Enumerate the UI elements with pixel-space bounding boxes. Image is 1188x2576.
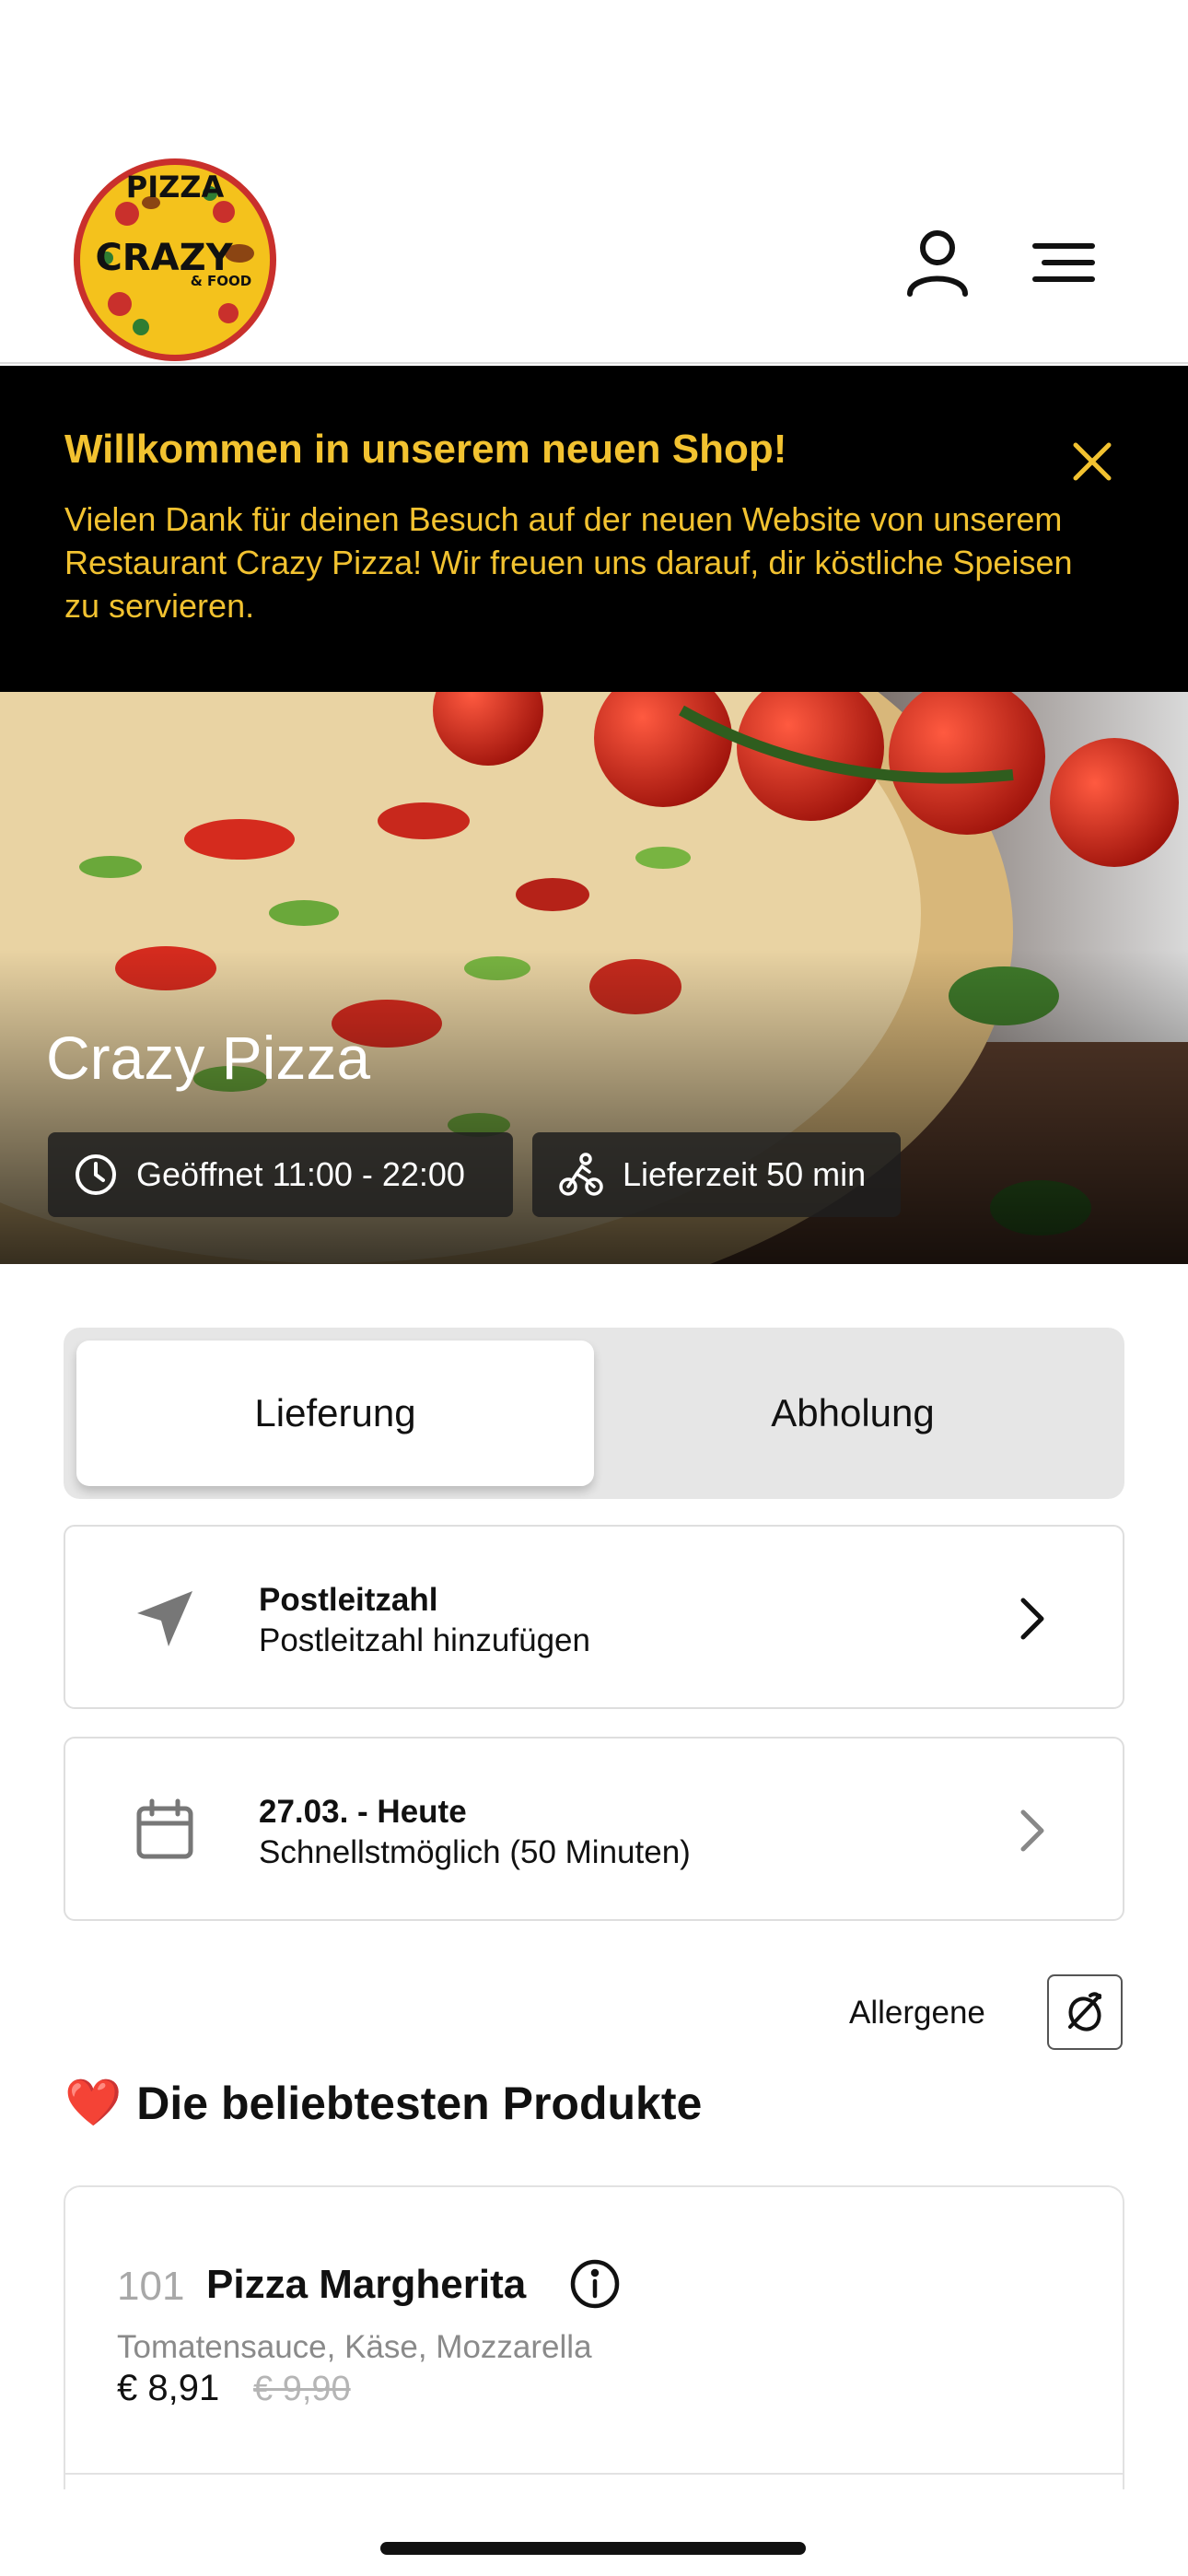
delivery-time-badge: Lieferzeit 50 min [532, 1132, 901, 1217]
clock-icon [76, 1154, 116, 1195]
product-old-price: € 9,90 [253, 2370, 351, 2408]
user-account-icon[interactable] [901, 226, 974, 299]
chevron-right-icon [1003, 1591, 1058, 1646]
allergens-label: Allergene [849, 1995, 985, 2031]
delivery-date-title: 27.03. - Heute [259, 1794, 467, 1830]
popular-products-title: Die beliebtesten Produkte [136, 2077, 703, 2129]
product-number: 101 [117, 2264, 185, 2309]
chevron-right-icon [1003, 1803, 1058, 1858]
banner-text: Vielen Dank für deinen Besuch auf der ne… [64, 500, 1073, 625]
banner-title: Willkommen in unserem neuen Shop! [64, 427, 787, 472]
postal-code-subtitle: Postleitzahl hinzufügen [259, 1622, 590, 1658]
hamburger-menu-icon[interactable] [1028, 226, 1101, 299]
postal-code-card[interactable]: Postleitzahl Postleitzahl hinzufügen [64, 1525, 1124, 1709]
product-divider [64, 2473, 1124, 2475]
crazy-pizza-logo[interactable]: PIZZA CRAZY & FOOD [72, 157, 278, 363]
delivery-mode-toggle: Lieferung Abholung [64, 1328, 1124, 1499]
tab-lieferung[interactable]: Lieferung [76, 1341, 594, 1486]
allergens-button[interactable] [1047, 1974, 1123, 2050]
heart-icon: ❤️ [64, 2077, 122, 2128]
opening-hours-text: Geöffnet 11:00 - 22:00 [136, 1155, 465, 1193]
close-icon[interactable] [1068, 438, 1116, 486]
delivery-date-card[interactable]: 27.03. - Heute Schnellstmöglich (50 Minu… [64, 1737, 1124, 1921]
allergen-filter-icon [1068, 1992, 1101, 2032]
product-description: Tomatensauce, Käse, Mozzarella [117, 2329, 592, 2365]
delivery-time-text: Lieferzeit 50 min [623, 1155, 867, 1193]
tab-abholung[interactable]: Abholung [594, 1341, 1112, 1486]
bicycle-courier-icon [559, 1153, 603, 1196]
popular-products-heading: ❤️ Die beliebtesten Produkte [64, 2076, 702, 2130]
logo-text-food: & FOOD [191, 273, 252, 289]
postal-code-title: Postleitzahl [259, 1582, 438, 1618]
delivery-date-subtitle: Schnellstmöglich (50 Minuten) [259, 1834, 691, 1870]
opening-hours-badge: Geöffnet 11:00 - 22:00 [48, 1132, 513, 1217]
home-indicator[interactable] [380, 2542, 806, 2555]
info-icon[interactable] [569, 2258, 621, 2310]
restaurant-name: Crazy Pizza [46, 1024, 371, 1092]
site-header: PIZZA CRAZY & FOOD [0, 0, 1188, 364]
product-name: Pizza Margherita [206, 2262, 527, 2307]
location-arrow-icon [132, 1586, 198, 1652]
product-price: € 8,91 [117, 2368, 220, 2408]
logo-text-pizza: PIZZA [126, 170, 225, 205]
calendar-icon [132, 1797, 198, 1864]
